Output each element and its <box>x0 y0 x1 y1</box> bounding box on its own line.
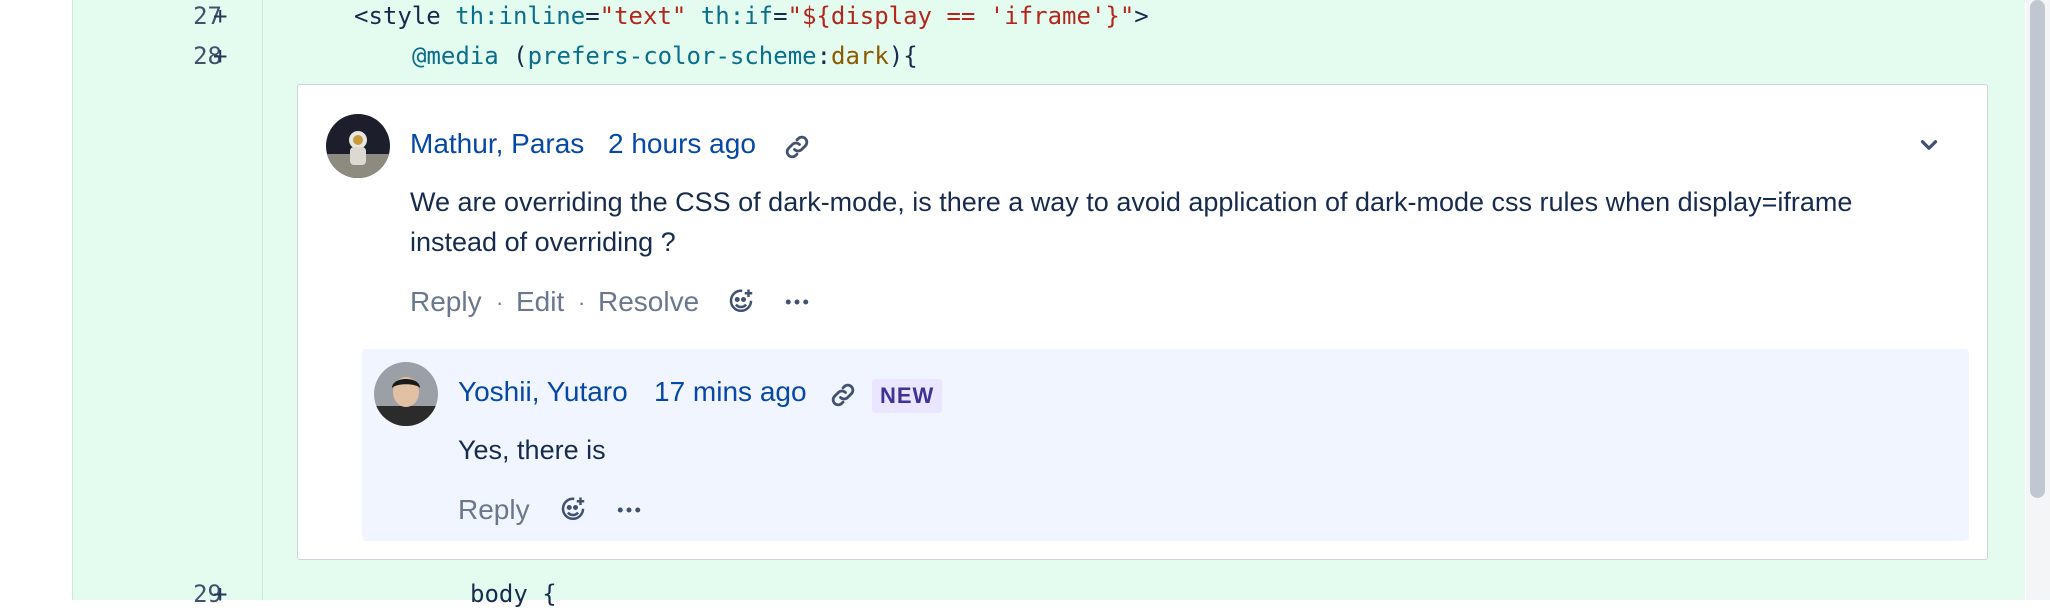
reply-author[interactable]: Yoshii, Yutaro <box>458 376 628 408</box>
scrollbar-thumb[interactable] <box>2030 0 2045 498</box>
line-number[interactable]: 28 <box>122 36 222 76</box>
resolve-button[interactable]: Resolve <box>598 286 699 318</box>
separator: · <box>496 290 504 315</box>
diff-line-28: 28 + @media (prefers-color-scheme:dark){ <box>72 36 2024 76</box>
code-content: body { <box>470 580 557 608</box>
more-options-icon[interactable] <box>612 493 646 527</box>
comment-text-line: instead of overriding ? <box>410 227 676 257</box>
more-options-icon[interactable] <box>780 285 814 319</box>
comment-text-line: We are overriding the CSS of dark-mode, … <box>410 187 1853 217</box>
reply-button[interactable]: Reply <box>410 286 482 318</box>
person-avatar[interactable] <box>374 362 438 426</box>
add-reaction-icon[interactable] <box>724 285 758 319</box>
diff-line-29: 29 + body { <box>72 574 2024 614</box>
comment-author[interactable]: Mathur, Paras <box>410 128 584 160</box>
chevron-down-icon[interactable] <box>1916 132 1942 158</box>
comment-timestamp[interactable]: 2 hours ago <box>608 128 756 160</box>
edit-button[interactable]: Edit <box>516 286 564 318</box>
added-sign: + <box>213 580 228 608</box>
reply-text: Yes, there is <box>458 435 606 465</box>
person-avatar-icon <box>374 362 438 426</box>
astronaut-avatar[interactable] <box>326 114 390 178</box>
new-badge: NEW <box>872 379 943 413</box>
code-content: @media (prefers-color-scheme:dark){ <box>412 42 918 70</box>
reply-timestamp[interactable]: 17 mins ago <box>654 376 807 408</box>
line-number[interactable]: 27 <box>122 0 222 36</box>
line-number-divider <box>262 0 263 600</box>
permalink-icon[interactable] <box>828 380 858 410</box>
added-sign: + <box>213 42 228 70</box>
diff-line-27: 27 + <style th:inline="text" th:if="${di… <box>72 0 2024 36</box>
add-reaction-icon[interactable] <box>556 493 590 527</box>
permalink-icon[interactable] <box>782 132 812 162</box>
line-number[interactable]: 29 <box>122 574 222 614</box>
left-gutter <box>0 0 72 600</box>
astronaut-avatar-icon <box>326 114 390 178</box>
reply-button[interactable]: Reply <box>458 494 530 526</box>
separator: · <box>578 290 586 315</box>
added-sign: + <box>213 2 228 30</box>
code-content: <style th:inline="text" th:if="${display… <box>354 2 1149 30</box>
